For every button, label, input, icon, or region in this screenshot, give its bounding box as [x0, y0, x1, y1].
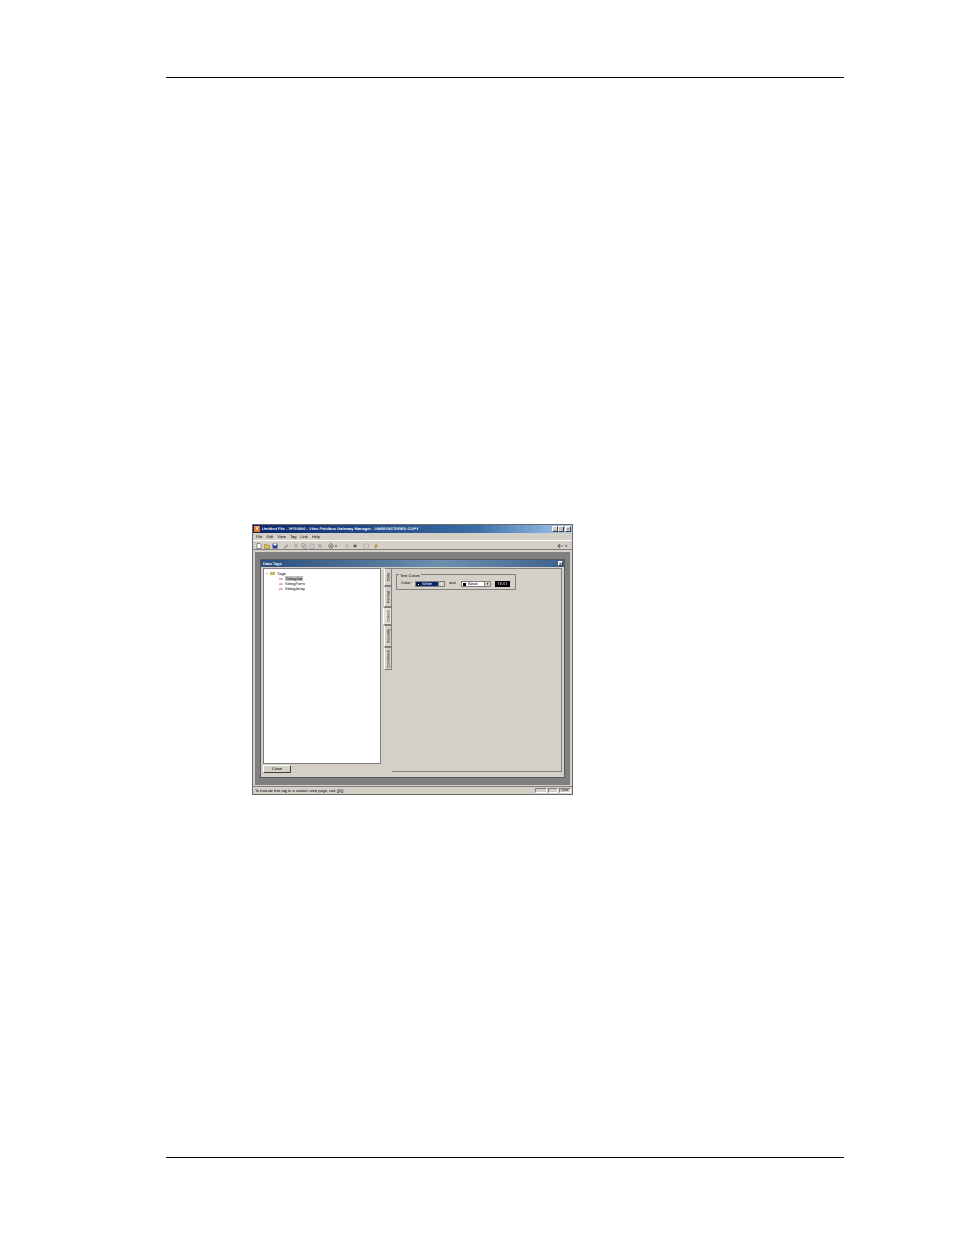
foreground-color-select[interactable]: White ▼ [415, 581, 445, 587]
view-dropdown-icon[interactable] [328, 543, 338, 549]
tab-colors-label: Colors [385, 610, 390, 622]
text-colors-group-label: Text Colors [399, 573, 422, 578]
svg-text:Ab: Ab [279, 587, 283, 590]
status-message: To include this tag in a custom web page… [255, 788, 344, 793]
tab-format-label: Format [385, 590, 391, 603]
text-colors-group: Text Colors Color: White ▼ and Black ▼ T… [396, 574, 516, 590]
colors-panel: Text Colors Color: White ▼ and Black ▼ T… [392, 568, 562, 772]
status-bar: To include this tag in a custom web page… [253, 786, 572, 794]
background-swatch [463, 583, 466, 586]
toolbar [253, 540, 572, 550]
tab-colors[interactable]: Colors [383, 607, 392, 625]
close-button[interactable]: Close [263, 765, 291, 773]
find-icon[interactable] [344, 543, 350, 549]
close-icon[interactable]: x [558, 561, 563, 566]
color-label: Color: [401, 580, 412, 585]
edit-icon[interactable] [283, 543, 289, 549]
maximize-button[interactable]: □ [558, 526, 564, 532]
close-window-button[interactable]: × [565, 526, 571, 532]
foreground-value: White [422, 581, 433, 586]
status-pane-num: NUM [559, 788, 571, 793]
footer-rule [166, 1157, 844, 1158]
tab-data-label: Data [385, 572, 391, 582]
string-tag-icon: Ab [279, 577, 283, 580]
window-title: Untitled File - VFG3000 - Vilex Fieldbus… [262, 526, 419, 531]
svg-text:Ab: Ab [279, 582, 283, 585]
menu-edit[interactable]: Edit [266, 533, 273, 540]
menu-view[interactable]: View [277, 533, 286, 540]
svg-text:Ab: Ab [279, 577, 283, 580]
properties-icon[interactable] [363, 543, 369, 549]
tab-security[interactable]: Security [384, 625, 392, 647]
workspace: Data Tags x − Tags Ab StringVar Ab Strin… [255, 552, 570, 785]
chevron-down-icon[interactable]: ▼ [438, 582, 444, 586]
string-tag-icon: Ab [279, 582, 283, 585]
chevron-down-icon[interactable]: ▼ [484, 582, 490, 586]
status-pane-2 [548, 788, 558, 793]
menu-tag[interactable]: Tag [290, 533, 296, 540]
background-value: Black [468, 581, 478, 586]
tag-tree[interactable]: − Tags Ab StringVar Ab StringForm Ab Str… [263, 568, 381, 764]
app-icon: V [254, 526, 260, 532]
download-icon[interactable] [352, 543, 358, 549]
menu-bar: File Edit View Tag Link Help [253, 533, 572, 540]
link-icon[interactable] [373, 543, 379, 549]
tab-format[interactable]: Format [384, 586, 392, 607]
color-preview: TEXT [495, 581, 510, 587]
menu-link[interactable]: Link [300, 533, 307, 540]
menu-file[interactable]: File [256, 533, 262, 540]
foreground-swatch [417, 583, 420, 586]
tab-data[interactable]: Data [384, 568, 392, 586]
tab-security-label: Security [385, 628, 391, 644]
status-pane-1 [535, 788, 547, 793]
collapse-icon[interactable]: − [266, 571, 268, 576]
cut-icon[interactable] [293, 543, 299, 549]
menu-help[interactable]: Help [312, 533, 320, 540]
save-icon[interactable] [272, 543, 278, 549]
header-rule [166, 77, 844, 78]
open-folder-icon[interactable] [264, 543, 270, 549]
back-icon[interactable] [557, 543, 569, 549]
tree-item-label: StringArray [285, 586, 306, 591]
tab-comment[interactable]: Comment [384, 647, 392, 670]
data-tags-window: Data Tags x − Tags Ab StringVar Ab Strin… [260, 559, 565, 778]
copy-icon[interactable] [301, 543, 307, 549]
paste-icon[interactable] [309, 543, 315, 549]
tree-item[interactable]: Ab StringArray [279, 586, 305, 591]
app-screenshot: V Untitled File - VFG3000 - Vilex Fieldb… [252, 524, 573, 795]
tags-folder-icon [270, 572, 275, 575]
data-tags-title: Data Tags [261, 560, 564, 567]
and-label: and [449, 580, 456, 585]
title-bar: V Untitled File - VFG3000 - Vilex Fieldb… [253, 525, 572, 533]
tab-comment-label: Comment [385, 649, 391, 668]
new-file-icon[interactable] [256, 543, 262, 549]
background-color-select[interactable]: Black ▼ [461, 581, 491, 587]
delete-icon[interactable] [317, 543, 323, 549]
string-tag-icon: Ab [279, 587, 283, 590]
